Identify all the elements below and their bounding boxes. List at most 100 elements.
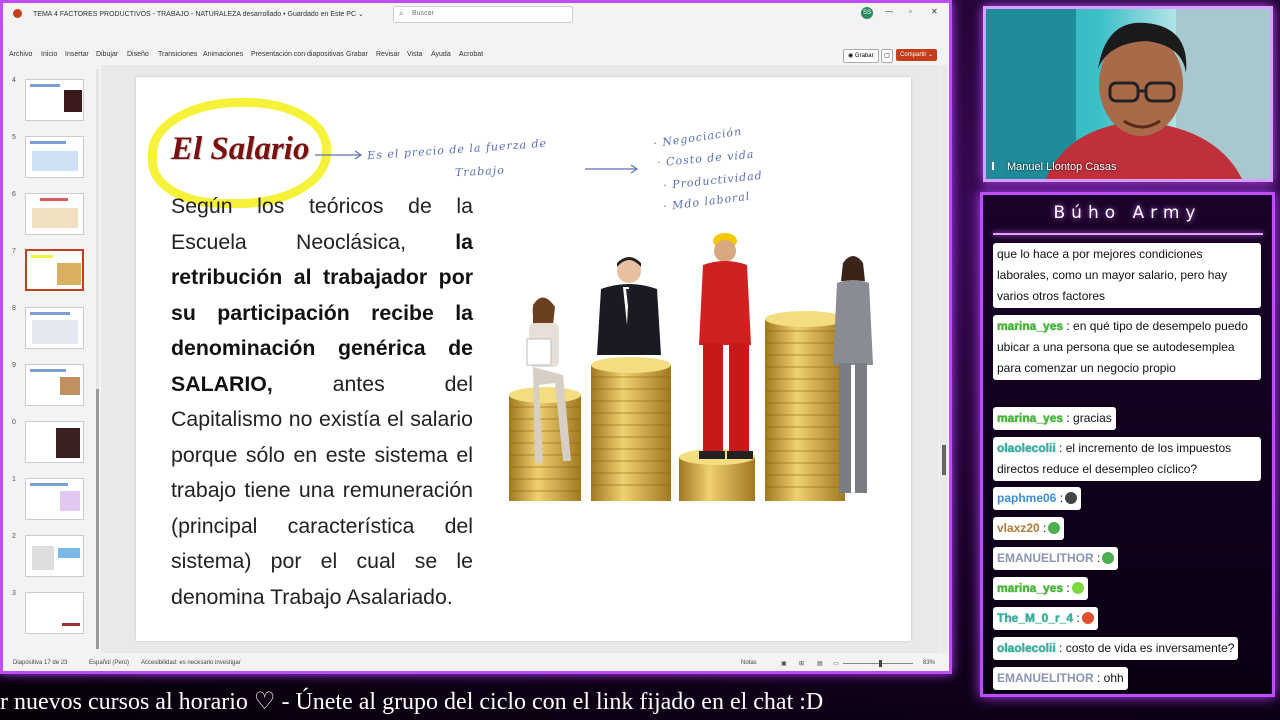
normal-view-icon[interactable]: ▣ <box>781 660 787 667</box>
thumb-number: 1 <box>12 476 16 483</box>
chat-username[interactable]: paphme06 <box>997 491 1056 505</box>
thumbnail-scrollbar[interactable] <box>96 69 99 649</box>
tab-inicio[interactable]: Inicio <box>41 51 57 58</box>
slide-thumbnail[interactable] <box>25 364 84 406</box>
tab-vista[interactable]: Vista <box>407 51 422 58</box>
document-title[interactable]: TEMA 4 FACTORES PRODUCTIVOS - TRABAJO - … <box>33 10 364 18</box>
sorter-view-icon[interactable]: ⊞ <box>799 660 804 667</box>
ribbon-tabs: Archivo Inicio Insertar Dibujar Diseño T… <box>3 47 949 63</box>
presenter-video <box>986 9 1270 179</box>
notes-button[interactable]: Notas <box>741 660 757 666</box>
close-button[interactable]: ✕ <box>931 7 938 16</box>
comments-button[interactable]: ▢ <box>881 49 893 63</box>
thumb-number: 2 <box>12 533 16 540</box>
tab-dibujar[interactable]: Dibujar <box>96 51 118 58</box>
slide-thumbnail-current[interactable] <box>25 249 84 291</box>
message-text: : <box>1076 611 1080 625</box>
slide-thumbnail[interactable] <box>25 478 84 520</box>
powerpoint-logo-icon <box>13 9 22 18</box>
chat-username[interactable]: EMANUELITHOR <box>997 551 1094 565</box>
search-input[interactable]: ⌕ Buscar <box>393 6 573 23</box>
tab-diseno[interactable]: Diseño <box>127 51 149 58</box>
reading-view-icon[interactable]: ▤ <box>817 660 823 667</box>
search-placeholder: Buscar <box>412 10 434 17</box>
chat-message: EMANUELITHOR : <box>993 547 1119 570</box>
slide-thumbnail[interactable] <box>25 136 84 178</box>
emote-icon <box>1071 582 1084 594</box>
chat-message: marina_yes : en qué tipo de desempelo pu… <box>993 315 1261 380</box>
tab-acrobat[interactable]: Acrobat <box>459 51 483 58</box>
thumb-number: 6 <box>12 191 16 198</box>
message-text: : gracias <box>1066 411 1112 425</box>
share-button[interactable]: Compartir ⌄ <box>896 49 938 61</box>
workers-on-coins-image <box>509 233 873 501</box>
message-text: : <box>1059 491 1064 505</box>
slide-thumbnail[interactable] <box>25 535 84 577</box>
thumb-number: 4 <box>12 77 16 84</box>
chat-message: que lo hace a por mejores condiciones la… <box>993 243 1261 308</box>
slide-thumbnail[interactable] <box>25 79 84 121</box>
scrolling-ticker: r nuevos cursos al horario ♡ - Únete al … <box>0 689 824 715</box>
participant-name: Manuel Llontop Casas <box>992 161 1116 173</box>
maximize-button[interactable]: ▫ <box>909 7 912 16</box>
emote-icon <box>1102 552 1115 564</box>
tab-transiciones[interactable]: Transiciones <box>158 51 197 58</box>
chat-username[interactable]: EMANUELITHOR <box>997 671 1094 685</box>
signal-icon <box>992 162 1004 170</box>
body-text-part: antes del Capitalismo no existía el sala… <box>171 371 473 609</box>
chat-message: EMANUELITHOR : ohh <box>993 667 1128 690</box>
tab-presentacion[interactable]: Presentación con diapositivas <box>251 51 344 58</box>
chat-username[interactable]: olaolecolii <box>997 441 1056 455</box>
chat-message: olaolecolii : el incremento de los impue… <box>993 437 1261 481</box>
tab-animaciones[interactable]: Animaciones <box>203 51 243 58</box>
avatar[interactable]: SS <box>861 7 873 19</box>
tab-ayuda[interactable]: Ayuda <box>431 51 451 58</box>
chat-username[interactable]: olaolecolii <box>997 641 1056 655</box>
tab-grabar[interactable]: Grabar <box>346 51 368 58</box>
slideshow-view-icon[interactable]: ▭ <box>833 660 839 667</box>
accessibility-status[interactable]: Accesibilidad: es necesario investigar <box>141 660 241 666</box>
slide-count: Diapositiva 17 de 23 <box>13 660 68 666</box>
slide-thumbnail[interactable] <box>25 592 84 634</box>
message-text: que lo hace a por mejores condiciones la… <box>997 247 1228 303</box>
record-button[interactable]: ◉ Grabar <box>843 49 879 63</box>
thumb-number: 0 <box>12 419 16 426</box>
minimize-button[interactable]: — <box>885 7 893 16</box>
chat-username[interactable]: marina_yes <box>997 319 1063 333</box>
message-text: : costo de vida es inversamente? <box>1059 641 1235 655</box>
language-indicator[interactable]: Español (Perú) <box>89 660 129 666</box>
emote-icon <box>1065 492 1078 504</box>
chat-divider <box>993 233 1263 235</box>
tab-revisar[interactable]: Revisar <box>376 51 400 58</box>
chat-message: vlaxz20 : <box>993 517 1065 540</box>
body-text-part: Según los teóricos de la Escuela Neoclás… <box>171 194 473 254</box>
participant-name-text: Manuel Llontop Casas <box>1007 161 1117 173</box>
tab-archivo[interactable]: Archivo <box>9 51 32 58</box>
slide-title: El Salario <box>171 131 310 167</box>
slide-thumbnail[interactable] <box>25 421 84 463</box>
emote-icon <box>1048 522 1061 534</box>
zoom-level[interactable]: 83% <box>923 660 935 666</box>
message-text: : ohh <box>1097 671 1124 685</box>
scrollbar-handle[interactable] <box>942 445 946 475</box>
zoom-slider-thumb[interactable] <box>879 660 882 667</box>
tab-insertar[interactable]: Insertar <box>65 51 89 58</box>
thumb-number: 3 <box>12 590 16 597</box>
chat-username[interactable]: marina_yes <box>997 581 1063 595</box>
slide-thumbnail[interactable] <box>25 193 84 235</box>
scrollbar-handle[interactable] <box>96 389 99 649</box>
slide-thumbnail[interactable] <box>25 307 84 349</box>
zoom-slider[interactable] <box>843 663 913 664</box>
thumb-number: 9 <box>12 362 16 369</box>
webcam-feed: Manuel Llontop Casas <box>983 6 1273 182</box>
emote-icon <box>1081 612 1094 624</box>
canvas-scrollbar[interactable] <box>940 65 948 653</box>
chat-username[interactable]: The_M_0_r_4 <box>997 611 1073 625</box>
title-bar: TEMA 4 FACTORES PRODUCTIVOS - TRABAJO - … <box>3 3 949 25</box>
chat-message: paphme06 : <box>993 487 1082 510</box>
chat-username[interactable]: marina_yes <box>997 411 1063 425</box>
thumb-number: 7 <box>12 248 16 255</box>
chat-message: marina_yes : <box>993 577 1088 600</box>
chat-username[interactable]: vlaxz20 <box>997 521 1040 535</box>
message-text: : <box>1066 581 1070 595</box>
